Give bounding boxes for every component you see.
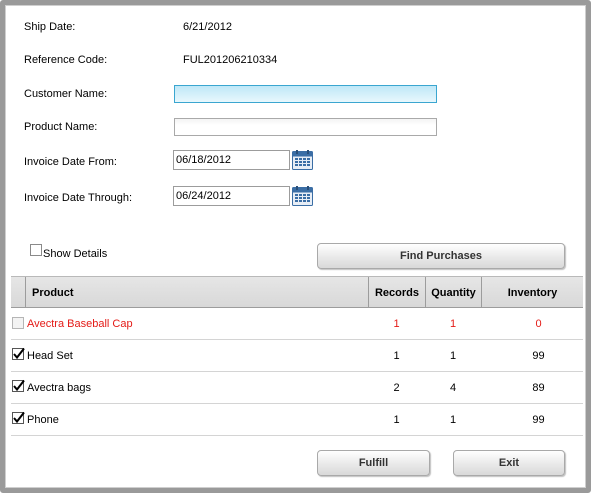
table-row: Head Set 1 1 99 [11,340,583,372]
inventory-cell: 0 [535,318,542,330]
records-cell: 1 [393,350,400,362]
checkmark-icon [13,379,25,392]
reference-code-label: Reference Code: [24,54,108,66]
records-cell: 1 [393,414,400,426]
inventory-cell: 89 [532,382,545,394]
customer-name-label: Customer Name: [24,88,108,100]
product-name-label: Product Name: [24,121,98,133]
quantity-cell: 4 [449,382,457,394]
quantity-cell: 1 [449,414,457,426]
inventory-cell: 99 [532,414,545,426]
row-select-checkbox[interactable] [12,379,25,392]
product-name-input[interactable] [174,118,437,136]
quantity-cell: 1 [449,350,457,362]
quantity-cell: 1 [449,318,457,330]
invoice-date-from-label: Invoice Date From: [24,156,117,168]
row-select-checkbox [12,317,24,329]
table-row: Avectra bags 2 4 89 [11,372,583,404]
row-select-checkbox[interactable] [12,347,25,360]
exit-button[interactable]: Exit [453,450,565,476]
product-column-header[interactable]: Product [25,277,368,308]
calendar-icon[interactable] [292,186,313,206]
select-column-header [11,277,25,308]
fulfill-button[interactable]: Fulfill [317,450,430,476]
table-row: Phone 1 1 99 [11,404,583,436]
checkmark-icon [13,411,25,424]
product-cell: Phone [27,414,59,426]
inventory-column-header[interactable]: Inventory [481,277,583,308]
customer-name-input[interactable] [174,85,437,103]
product-cell: Avectra Baseball Cap [27,318,133,330]
invoice-date-through-label: Invoice Date Through: [24,192,133,204]
quantity-column-header[interactable]: Quantity [425,277,481,308]
product-cell: Head Set [27,350,73,362]
ship-date-label: Ship Date: [24,21,76,33]
inventory-cell: 99 [532,350,545,362]
invoice-date-through-input[interactable]: 06/24/2012 [173,186,290,206]
reference-code-value: FUL201206210334 [183,54,278,66]
row-select-checkbox[interactable] [12,411,25,424]
show-details-label: Show Details [43,248,108,260]
records-cell: 1 [393,318,400,330]
product-cell: Avectra bags [27,382,92,394]
grid-header: Product Records Quantity Inventory [11,276,583,308]
calendar-icon[interactable] [292,150,313,170]
find-purchases-button[interactable]: Find Purchases [317,243,565,269]
show-details-checkbox[interactable] [30,244,42,256]
checkmark-icon [13,347,25,360]
table-row: Avectra Baseball Cap 1 1 0 [11,308,583,340]
invoice-date-from-input[interactable]: 06/18/2012 [173,150,290,170]
records-cell: 2 [393,382,400,394]
records-column-header[interactable]: Records [368,277,425,308]
ship-date-value: 6/21/2012 [183,21,232,33]
